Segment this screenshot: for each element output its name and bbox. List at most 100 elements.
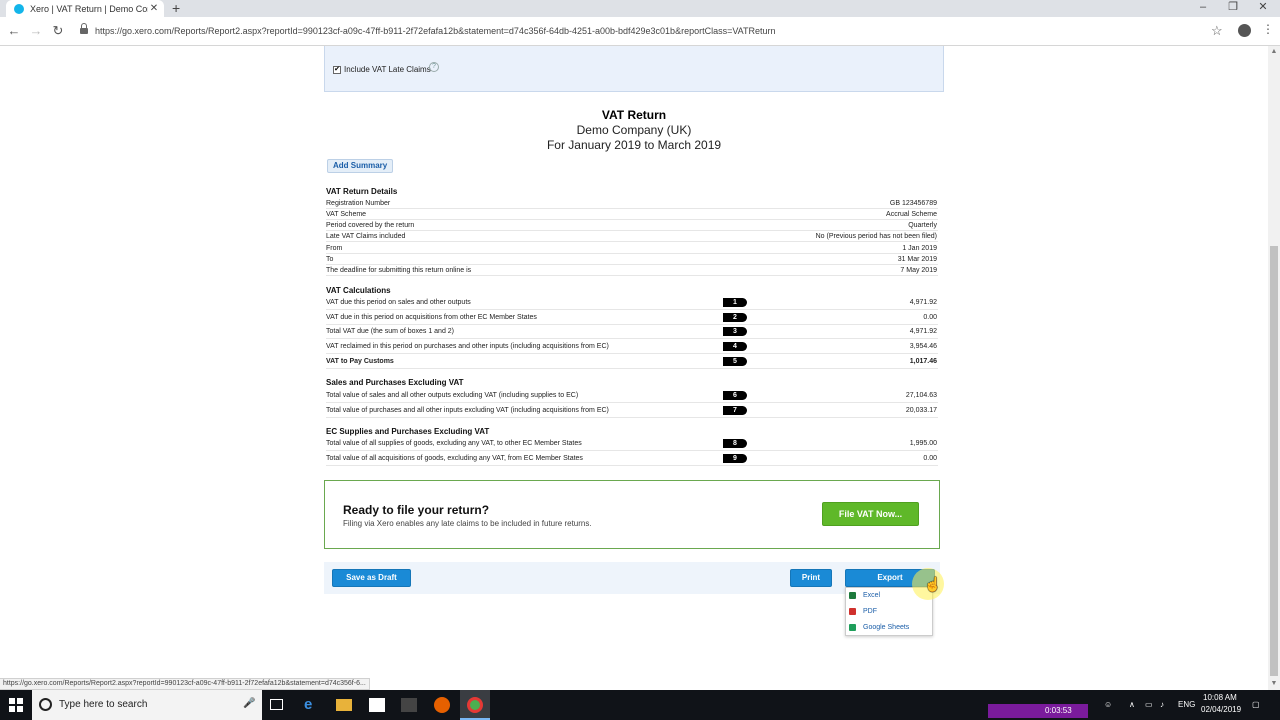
browser-tab-strip: Xero | VAT Return | Demo Compa ✕ + – ❐ ✕ bbox=[0, 0, 1280, 17]
volume-icon[interactable]: ♪ bbox=[1160, 700, 1164, 709]
close-tab-icon[interactable]: ✕ bbox=[148, 3, 160, 14]
table-row: VAT to Pay Customs 5 1,017.46 bbox=[326, 355, 938, 369]
row-label: From bbox=[326, 245, 343, 252]
back-arrow-icon[interactable]: ← bbox=[6, 23, 22, 39]
clock-date[interactable]: 02/04/2019 bbox=[1201, 705, 1241, 714]
table-row: The deadline for submitting this return … bbox=[326, 265, 938, 276]
row-value: 0.00 bbox=[923, 455, 937, 462]
table-row: Late VAT Claims included No (Previous pe… bbox=[326, 231, 938, 242]
row-value: 1,017.46 bbox=[909, 358, 937, 365]
forward-arrow-icon[interactable]: → bbox=[28, 23, 44, 39]
page-scrollbar[interactable]: ▲ ▼ bbox=[1268, 46, 1280, 690]
reload-icon[interactable]: ↻ bbox=[50, 23, 66, 39]
include-late-claims-checkbox[interactable]: ✔ bbox=[333, 66, 341, 74]
table-row: VAT due this period on sales and other o… bbox=[326, 296, 938, 310]
status-bar-url: https://go.xero.com/Reports/Report2.aspx… bbox=[0, 678, 370, 690]
table-row: VAT due in this period on acquisitions f… bbox=[326, 311, 938, 325]
notifications-icon[interactable]: ▢ bbox=[1252, 700, 1260, 709]
tray-chevron-icon[interactable]: ∧ bbox=[1129, 700, 1135, 709]
box-number-badge: 4 bbox=[723, 342, 747, 351]
browser-tab[interactable]: Xero | VAT Return | Demo Compa ✕ bbox=[6, 0, 164, 17]
chrome-taskbar-active[interactable] bbox=[460, 690, 490, 720]
tab-title: Xero | VAT Return | Demo Compa bbox=[30, 3, 148, 14]
ready-heading: Ready to file your return? bbox=[343, 503, 490, 517]
new-tab-button[interactable]: + bbox=[172, 0, 180, 17]
browser-menu-icon[interactable]: ⋮ bbox=[1262, 22, 1274, 36]
box-number-badge: 7 bbox=[723, 406, 747, 415]
restore-icon[interactable]: ❐ bbox=[1218, 0, 1248, 17]
row-value: 3,954.46 bbox=[909, 343, 937, 350]
row-label: Period covered by the return bbox=[326, 222, 415, 229]
xero-favicon-icon bbox=[14, 3, 24, 14]
windows-start-icon[interactable] bbox=[9, 698, 23, 712]
row-value: 0.00 bbox=[923, 314, 937, 321]
microphone-icon[interactable]: 🎤 bbox=[243, 698, 255, 709]
row-value: 7 May 2019 bbox=[900, 267, 937, 274]
sales-purchases-heading: Sales and Purchases Excluding VAT bbox=[326, 378, 464, 387]
bookmark-star-icon[interactable]: ☆ bbox=[1211, 23, 1223, 39]
menu-item-label: Excel bbox=[863, 592, 881, 599]
address-bar[interactable]: https://go.xero.com/Reports/Report2.aspx… bbox=[95, 26, 776, 36]
scrollbar-thumb[interactable] bbox=[1270, 246, 1278, 676]
task-view-icon[interactable] bbox=[270, 699, 283, 710]
row-label: Total value of purchases and all other i… bbox=[326, 407, 609, 414]
chrome-icon bbox=[467, 697, 483, 713]
export-pdf-item[interactable]: PDF bbox=[846, 604, 932, 620]
cortana-icon bbox=[39, 698, 52, 711]
table-row: Total value of purchases and all other i… bbox=[326, 404, 938, 418]
ready-subtext: Filing via Xero enables any late claims … bbox=[343, 519, 592, 528]
search-placeholder: Type here to search bbox=[59, 699, 148, 710]
scroll-up-icon[interactable]: ▲ bbox=[1268, 46, 1280, 58]
box-number-badge: 1 bbox=[723, 298, 747, 307]
file-explorer-icon[interactable] bbox=[336, 699, 352, 711]
profile-avatar-icon[interactable] bbox=[1238, 24, 1251, 37]
row-label: Total value of all supplies of goods, ex… bbox=[326, 440, 582, 447]
box-number-badge: 5 bbox=[723, 357, 747, 366]
browser-toolbar: ← → ↻ https://go.xero.com/Reports/Report… bbox=[0, 17, 1280, 46]
row-value: 1 Jan 2019 bbox=[902, 245, 937, 252]
file-vat-now-button[interactable]: File VAT Now... bbox=[822, 502, 919, 526]
minimize-icon[interactable]: – bbox=[1188, 0, 1218, 17]
add-summary-button[interactable]: Add Summary bbox=[327, 159, 394, 173]
table-row: Total value of all supplies of goods, ex… bbox=[326, 437, 938, 451]
row-value: 4,971.92 bbox=[909, 299, 937, 306]
network-icon[interactable]: ▭ bbox=[1145, 700, 1153, 709]
table-row: From 1 Jan 2019 bbox=[326, 243, 938, 254]
language-indicator[interactable]: ENG bbox=[1178, 700, 1195, 709]
row-label: Total VAT due (the sum of boxes 1 and 2) bbox=[326, 328, 455, 335]
save-as-draft-button[interactable]: Save as Draft bbox=[332, 569, 411, 587]
box-number-badge: 9 bbox=[723, 454, 747, 463]
people-icon[interactable]: ☺ bbox=[1104, 700, 1112, 709]
edge-icon[interactable]: e bbox=[304, 697, 320, 713]
window-close-icon[interactable]: ✕ bbox=[1248, 0, 1278, 17]
help-icon[interactable]: ? bbox=[429, 62, 439, 72]
media-icon[interactable] bbox=[401, 698, 417, 712]
include-late-claims-label: Include VAT Late Claims bbox=[344, 65, 431, 74]
row-label: Late VAT Claims included bbox=[326, 233, 406, 240]
export-google-sheets-item[interactable]: Google Sheets bbox=[846, 620, 932, 636]
export-label: Export bbox=[877, 573, 903, 582]
scroll-down-icon[interactable]: ▼ bbox=[1268, 678, 1280, 690]
print-button[interactable]: Print bbox=[790, 569, 832, 587]
row-value: 4,971.92 bbox=[909, 328, 937, 335]
row-label: Total value of sales and all other outpu… bbox=[326, 392, 579, 399]
screen-recorder-bar[interactable]: 0:03:53 bbox=[988, 704, 1088, 718]
clock-time[interactable]: 10:08 AM bbox=[1203, 693, 1237, 702]
row-value: 27,104.63 bbox=[905, 392, 937, 399]
row-label: To bbox=[326, 256, 334, 263]
store-icon[interactable] bbox=[369, 698, 385, 712]
calculations-heading: VAT Calculations bbox=[326, 286, 391, 295]
row-value: 1,995.00 bbox=[909, 440, 937, 447]
excel-icon bbox=[849, 592, 856, 599]
recording-time: 0:03:53 bbox=[1045, 706, 1072, 715]
pdf-icon bbox=[849, 608, 856, 615]
google-sheets-icon bbox=[849, 624, 856, 631]
ec-supplies-heading: EC Supplies and Purchases Excluding VAT bbox=[326, 427, 490, 436]
firefox-icon[interactable] bbox=[434, 697, 450, 713]
row-value: No (Previous period has not been filed) bbox=[815, 233, 937, 240]
row-value: 20,033.17 bbox=[905, 407, 937, 414]
row-label: VAT to Pay Customs bbox=[326, 358, 394, 365]
row-value: Accrual Scheme bbox=[886, 211, 937, 218]
taskbar-search-box[interactable]: Type here to search 🎤 bbox=[32, 690, 262, 720]
table-row: Period covered by the return Quarterly bbox=[326, 220, 938, 231]
